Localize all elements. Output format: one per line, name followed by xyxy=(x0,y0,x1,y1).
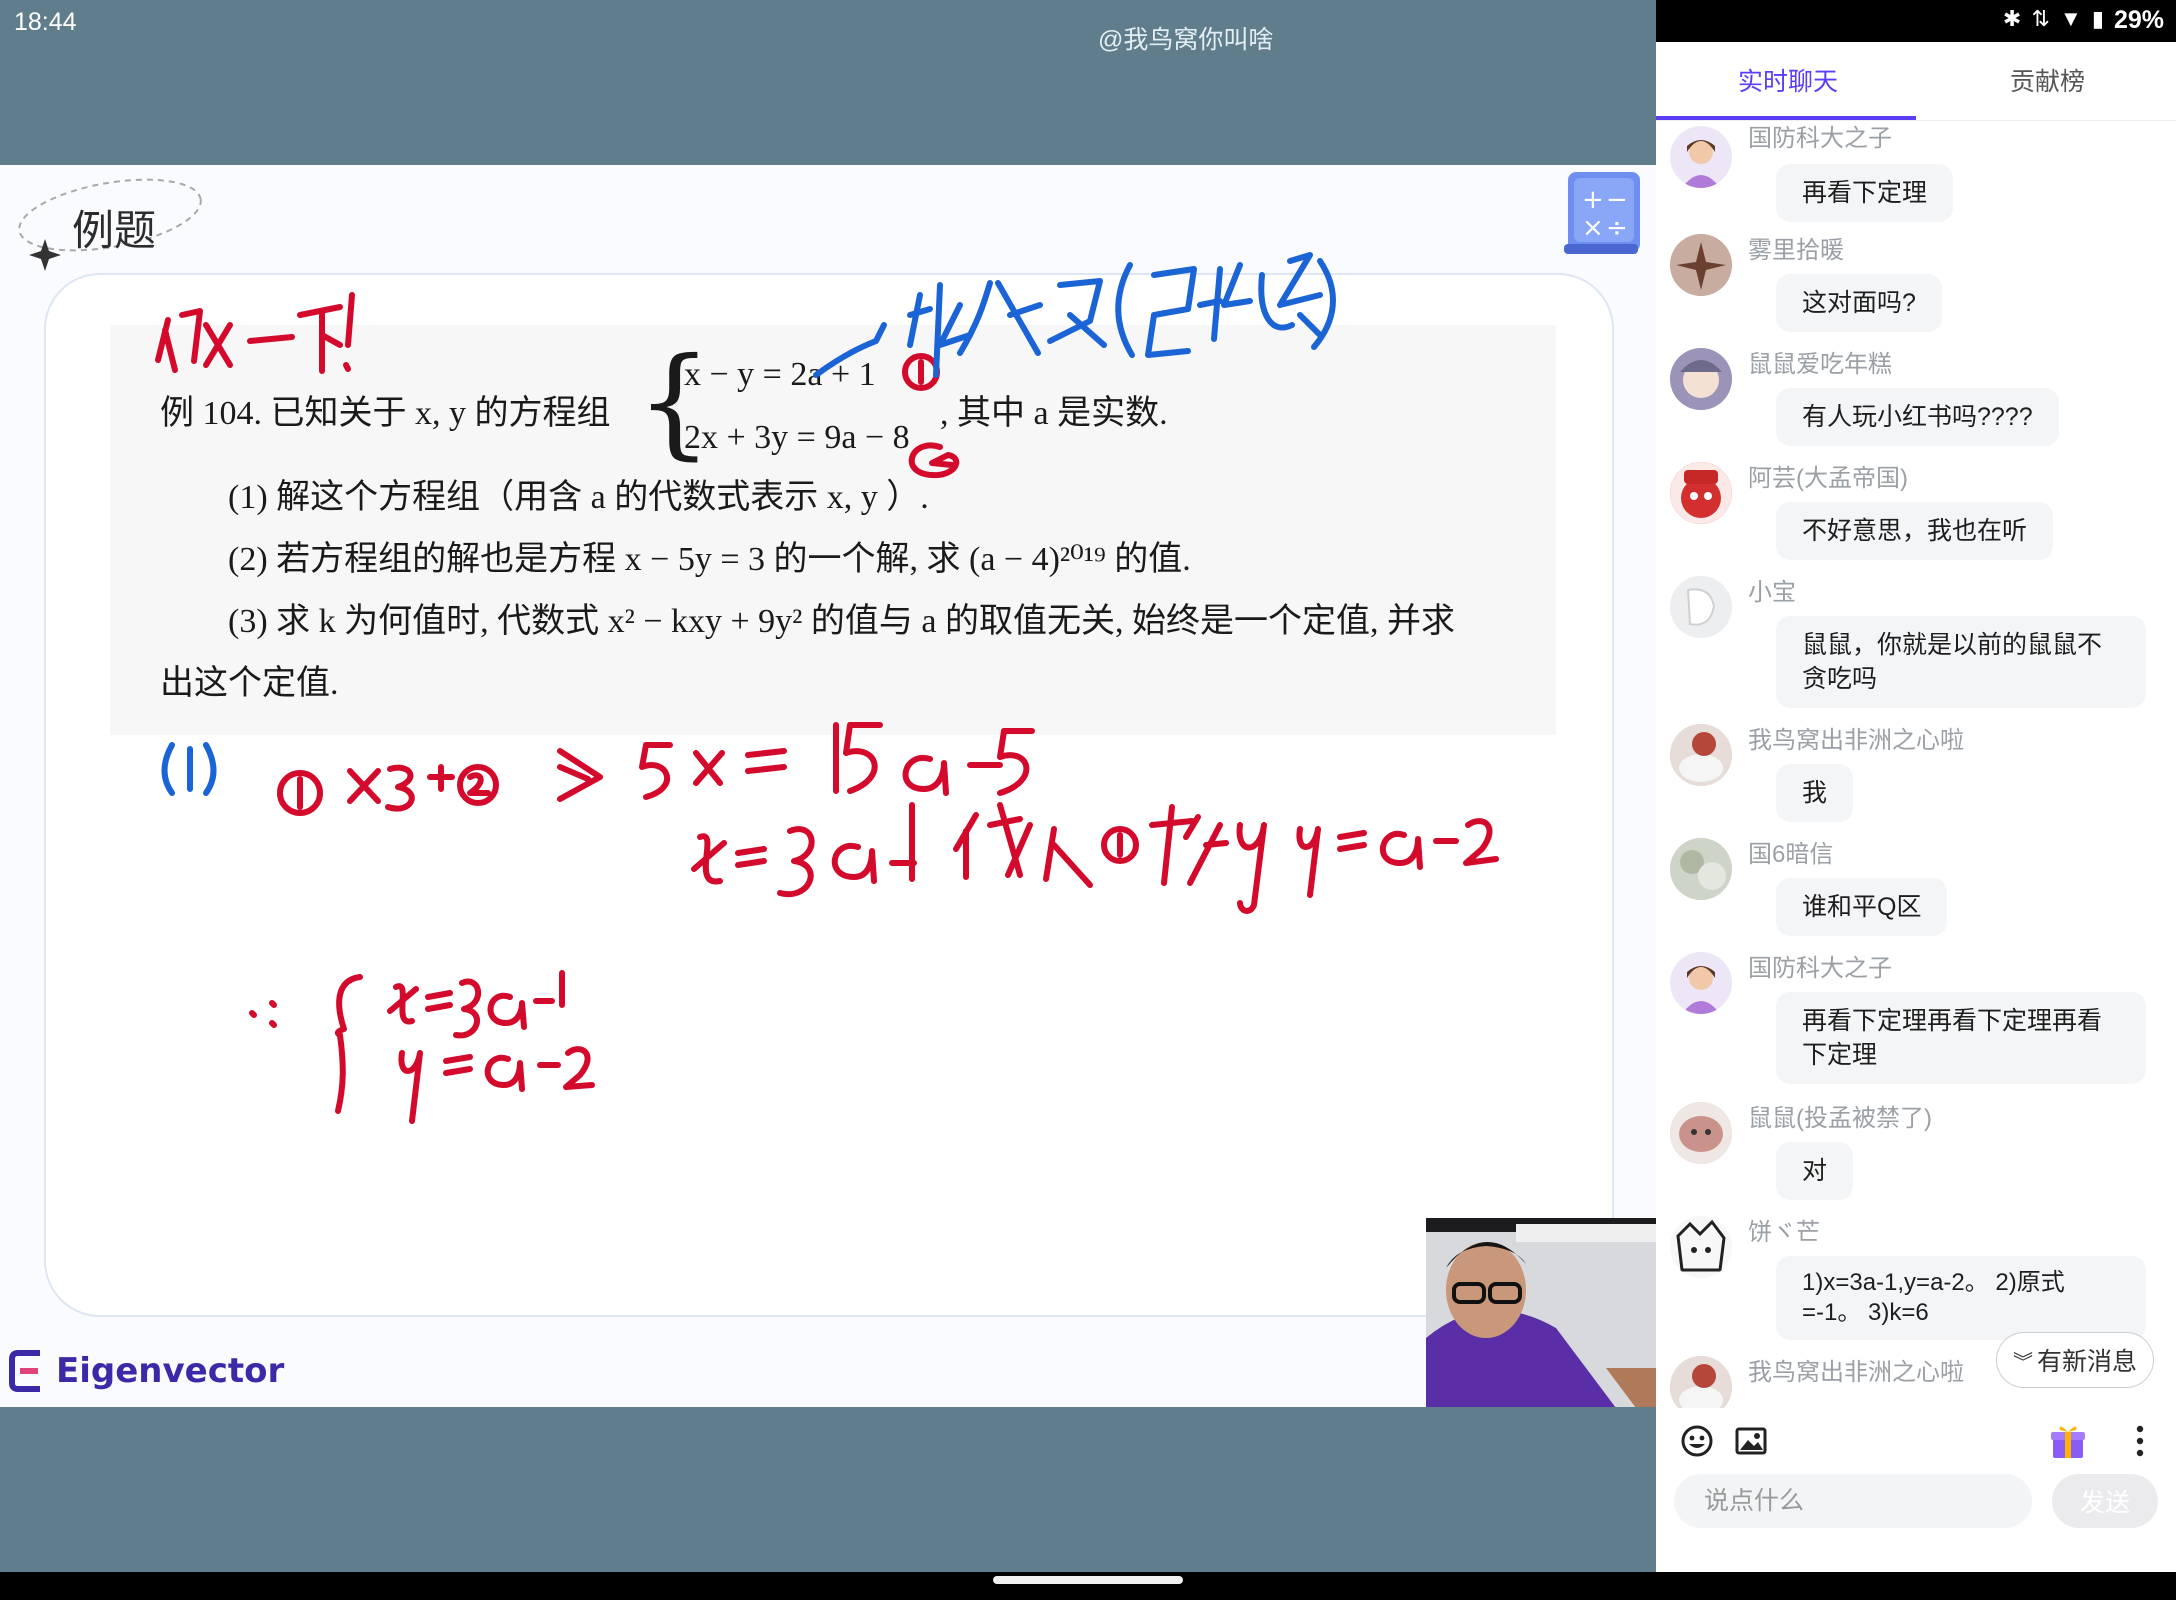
avatar[interactable] xyxy=(1670,1102,1732,1164)
chat-bubble: 我 xyxy=(1776,764,1854,822)
chat-bubble: 不好意思，我也在听 xyxy=(1776,502,2054,560)
chat-bubble: 有人玩小红书吗???? xyxy=(1776,388,2059,446)
avatar[interactable] xyxy=(1670,348,1732,410)
chat-bubble: 对 xyxy=(1776,1142,1854,1200)
chat-tabs: 实时聊天 贡献榜 xyxy=(1656,42,2176,121)
handwriting-annotations xyxy=(155,252,1499,1124)
lesson-slide: 例题 + − × ÷ 例 104. 已知关于 x, y 的方程组 { x − y… xyxy=(0,165,1656,1407)
battery-percentage: 29% xyxy=(2113,6,2164,34)
bluetooth-wifi-battery-icons: ✱ ⇅ ▼ ▮ xyxy=(2002,6,2106,31)
avatar[interactable] xyxy=(1670,462,1732,524)
chat-bubble: 1)x=3a-1,y=a-2。 2)原式=-1。 3)k=6 xyxy=(1776,1256,2146,1340)
chat-username[interactable]: 饼ヾ芒 xyxy=(1748,1212,1820,1247)
avatar[interactable] xyxy=(1670,952,1732,1014)
stream-bottom-band xyxy=(0,1407,1656,1572)
chat-username[interactable]: 国防科大之子 xyxy=(1748,948,1892,983)
avatar[interactable] xyxy=(1670,1356,1732,1408)
chat-username[interactable]: 我鸟窝出非洲之心啦 xyxy=(1748,720,1964,755)
stream-area: 18:44 @我鸟窝你叫啥 例题 + − × ÷ 例 104. 已知关于 x, … xyxy=(0,0,1656,1572)
emoji-icon[interactable] xyxy=(1680,1424,1714,1458)
system-status-bar: ✱ ⇅ ▼ ▮ 29% xyxy=(1656,0,2176,42)
chat-username[interactable]: 鼠鼠爱吃年糕 xyxy=(1748,344,1892,379)
send-button[interactable]: 发送 xyxy=(2052,1474,2158,1528)
eigenvector-logo-icon xyxy=(9,1350,40,1392)
streamer-watermark: @我鸟窝你叫啥 xyxy=(1098,26,1274,54)
avatar[interactable] xyxy=(1670,724,1732,786)
chat-bubble: 谁和平Q区 xyxy=(1776,878,1948,936)
chat-message-list[interactable]: 国防科大之子 再看下定理 雾里拾暖 这对面吗? 鼠鼠爱吃年糕 有人玩小红书吗??… xyxy=(1656,120,2176,1408)
new-messages-label: 有新消息 xyxy=(2036,1348,2137,1376)
chat-username[interactable]: 小宝 xyxy=(1748,572,1796,607)
status-time: 18:44 xyxy=(14,8,77,36)
chat-username[interactable]: 国6暗信 xyxy=(1748,834,1833,869)
chat-username[interactable]: 国防科大之子 xyxy=(1748,120,1892,153)
avatar[interactable] xyxy=(1670,126,1732,188)
chat-bubble: 再看下定理 xyxy=(1776,164,1954,222)
brand-name: Eigenvector xyxy=(56,1351,285,1391)
chat-bubble: 鼠鼠，你就是以前的鼠鼠不贪吃吗 xyxy=(1776,616,2146,708)
tab-live-chat[interactable]: 实时聊天 xyxy=(1738,62,1838,98)
webcam-preview xyxy=(1426,1218,1656,1408)
avatar[interactable] xyxy=(1670,234,1732,296)
avatar[interactable] xyxy=(1670,576,1732,638)
image-icon[interactable] xyxy=(1734,1424,1768,1458)
more-icon[interactable] xyxy=(2130,1424,2150,1458)
chat-input-row: 发送 xyxy=(1656,1472,2176,1572)
chat-bubble: 再看下定理再看下定理再看下定理 xyxy=(1776,992,2146,1084)
double-chevron-down-icon: ︾ xyxy=(2012,1351,2033,1374)
gift-icon[interactable] xyxy=(2048,1422,2088,1462)
new-messages-button[interactable]: ︾ 有新消息 xyxy=(1996,1332,2154,1388)
avatar[interactable] xyxy=(1670,838,1732,900)
chat-toolbar xyxy=(1656,1408,2176,1472)
chat-panel: ✱ ⇅ ▼ ▮ 29% 实时聊天 贡献榜 国防科大之子 再看下定理 雾里拾暖 这… xyxy=(1656,0,2176,1572)
chat-username[interactable]: 阿芸(大孟帝国) xyxy=(1748,458,1908,493)
gesture-nav-bar[interactable] xyxy=(993,1576,1183,1584)
chat-username[interactable]: 我鸟窝出非洲之心啦 xyxy=(1748,1352,1964,1387)
eigenvector-logo: Eigenvector xyxy=(8,1347,284,1395)
tab-contribution-rank[interactable]: 贡献榜 xyxy=(2010,62,2085,98)
chat-input[interactable] xyxy=(1674,1474,2032,1528)
chat-username[interactable]: 雾里拾暖 xyxy=(1748,230,1844,265)
chat-bubble: 这对面吗? xyxy=(1776,274,1942,332)
avatar[interactable] xyxy=(1670,1216,1732,1278)
chat-username[interactable]: 鼠鼠(投孟被禁了) xyxy=(1748,1098,1932,1133)
